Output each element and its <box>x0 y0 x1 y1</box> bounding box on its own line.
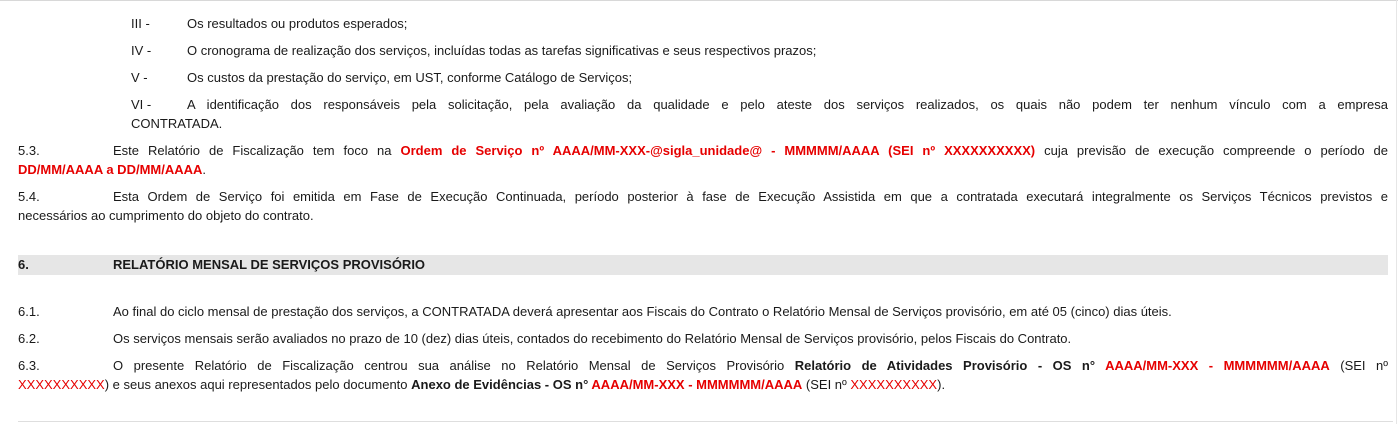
list-roman-vi: VI - <box>131 97 152 112</box>
p53-period-end: . <box>202 162 207 177</box>
p63-pre: O presente Relatório de Fiscalização cen… <box>113 358 795 373</box>
paragraph-number-5-4: 5.4. <box>18 189 40 204</box>
paragraph-5-3: Este Relatório de Fiscalização tem foco … <box>113 143 1388 159</box>
p53-post: cuja previsão de execução compreende o p… <box>1035 143 1388 158</box>
section-title: RELATÓRIO MENSAL DE SERVIÇOS PROVISÓRIO <box>113 257 426 272</box>
list-item-vi-cont: CONTRATADA. <box>131 116 223 131</box>
p63-mid1: (SEI nº <box>1329 358 1389 373</box>
paragraph-5-4-cont: necessários ao cumprimento do objeto do … <box>18 208 314 223</box>
paragraph-6-3: O presente Relatório de Fiscalização cen… <box>113 358 1388 374</box>
p63-red1: AAAA/MM-XXX - MMMMMM/AAAA <box>1105 358 1330 373</box>
list-item-vi: A identificação dos responsáveis pela so… <box>187 97 1388 112</box>
list-item-v: Os custos da prestação do serviço, em US… <box>187 70 633 85</box>
list-roman-v: V - <box>131 70 148 85</box>
top-rule <box>0 0 1398 1</box>
list-roman-iv: IV - <box>131 43 152 58</box>
p63-sei1: XXXXXXXXXX <box>18 377 105 392</box>
p53-period: DD/MM/AAAA a DD/MM/AAAA <box>18 162 203 177</box>
paragraph-5-3-cont: DD/MM/AAAA a DD/MM/AAAA. <box>18 162 206 178</box>
p63-sei2: XXXXXXXXXX <box>850 377 938 392</box>
bottom-rule <box>18 421 1393 422</box>
paragraph-6-2: Os serviços mensais serão avaliados no p… <box>113 331 1072 346</box>
paragraph-6-3-cont: XXXXXXXXXX) e seus anexos aqui represent… <box>18 377 945 393</box>
list-roman-iii: III - <box>131 16 150 31</box>
right-rule <box>1396 0 1397 424</box>
p63-bold1: Relatório de Atividades Provisório - OS … <box>794 358 1106 373</box>
paragraph-number-6-2: 6.2. <box>18 331 40 346</box>
p63-l2-mid: ) e seus anexos aqui representados pelo … <box>104 377 412 392</box>
p63-l2-end: ). <box>937 377 946 392</box>
p63-l2-red2: AAAA/MM-XXX - MMMMMM/AAAA <box>591 377 803 392</box>
paragraph-number-6-1: 6.1. <box>18 304 40 319</box>
p63-l2-mid2: (SEI nº <box>802 377 851 392</box>
list-item-iii: Os resultados ou produtos esperados; <box>187 16 408 31</box>
section-heading-6: 6. RELATÓRIO MENSAL DE SERVIÇOS PROVISÓR… <box>18 255 1388 275</box>
p53-pre: Este Relatório de Fiscalização tem foco … <box>113 143 401 158</box>
p63-l2-bold: Anexo de Evidências - OS n° <box>411 377 592 392</box>
list-item-iv: O cronograma de realização dos serviços,… <box>187 43 817 58</box>
p53-highlight: Ordem de Serviço nº AAAA/MM-XXX-@sigla_u… <box>400 143 1036 158</box>
paragraph-number-6-3: 6.3. <box>18 358 40 373</box>
section-number: 6. <box>18 257 29 272</box>
paragraph-5-4: Esta Ordem de Serviço foi emitida em Fas… <box>113 189 1388 204</box>
paragraph-6-1: Ao final do ciclo mensal de prestação do… <box>113 304 1172 319</box>
paragraph-number-5-3: 5.3. <box>18 143 40 158</box>
